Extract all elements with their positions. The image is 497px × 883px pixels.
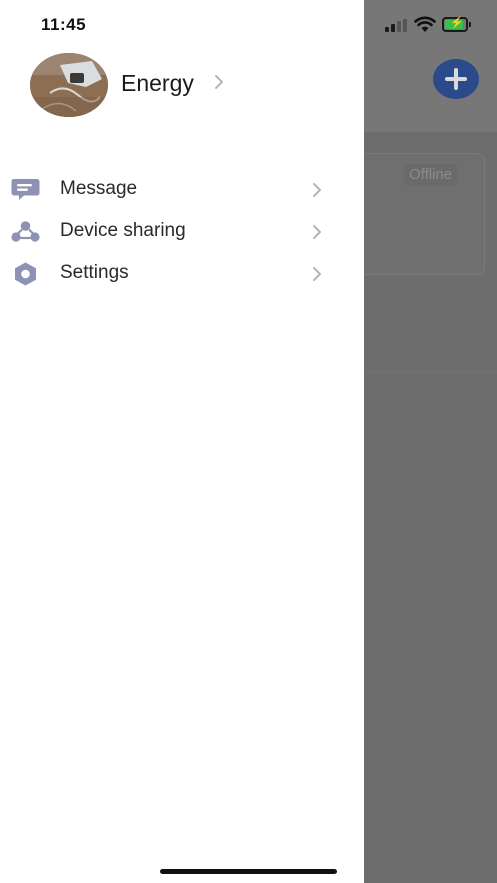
side-drawer: 11:45 Energy Message Device sharing Sett… — [0, 0, 364, 883]
chevron-right-icon — [313, 183, 321, 197]
menu-item-label: Device sharing — [60, 220, 186, 241]
user-avatar[interactable] — [30, 53, 108, 117]
chevron-right-icon — [313, 267, 321, 281]
profile-name[interactable]: Energy — [121, 70, 194, 97]
chevron-right-icon[interactable] — [214, 74, 224, 90]
avatar-photo-icon — [30, 53, 108, 117]
screen: Offline ⚡ 11:45 Energy Message Device sh… — [0, 0, 497, 883]
status-time: 11:45 — [41, 15, 87, 34]
add-device-button — [433, 59, 479, 99]
settings-icon — [15, 262, 36, 286]
menu-item-settings[interactable]: Settings — [0, 253, 364, 295]
message-icon — [11, 179, 40, 200]
charging-bolt-icon: ⚡ — [450, 17, 464, 29]
device-sharing-icon — [11, 221, 40, 242]
menu-item-message[interactable]: Message — [0, 169, 364, 211]
device-status-badge: Offline — [404, 164, 458, 185]
wifi-icon — [414, 16, 436, 32]
battery-icon: ⚡ — [442, 17, 468, 32]
chevron-right-icon — [313, 225, 321, 239]
drawer-menu: Message Device sharing Settings — [0, 169, 364, 295]
menu-item-device-sharing[interactable]: Device sharing — [0, 211, 364, 253]
cellular-signal-icon — [385, 19, 407, 32]
menu-item-label: Message — [60, 178, 138, 199]
home-indicator[interactable] — [160, 869, 337, 874]
divider — [365, 372, 497, 373]
menu-item-label: Settings — [60, 262, 129, 283]
